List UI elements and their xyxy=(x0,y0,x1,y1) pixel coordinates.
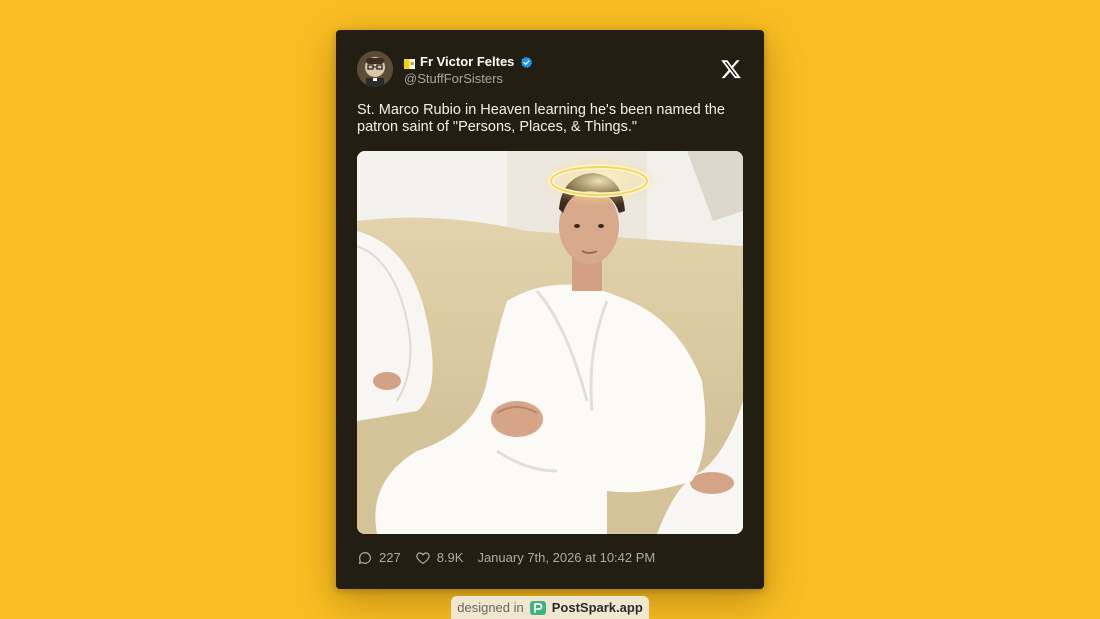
author-row: Fr Victor Feltes xyxy=(404,54,533,70)
post-image[interactable] xyxy=(357,151,743,534)
reply-count: 227 xyxy=(379,550,401,565)
reply-stat[interactable]: 227 xyxy=(357,550,401,566)
like-stat[interactable]: 8.9K xyxy=(415,550,464,566)
x-logo-icon[interactable] xyxy=(720,58,742,80)
like-count: 8.9K xyxy=(436,550,464,565)
flag-icon xyxy=(404,57,415,69)
post-text: St. Marco Rubio in Heaven learning he's … xyxy=(357,102,725,135)
verified-badge-icon xyxy=(520,56,533,69)
post-footer: 227 8.9K January 7th, 2026 at 10:42 PM xyxy=(357,550,655,566)
author-handle[interactable]: @StuffForSisters xyxy=(404,71,503,87)
badge-brand: PostSpark.app xyxy=(551,600,643,615)
badge-prefix: designed in xyxy=(457,600,524,615)
postspark-logo-icon xyxy=(529,600,546,615)
avatar[interactable] xyxy=(357,51,393,87)
author-name[interactable]: Fr Victor Feltes xyxy=(420,54,514,70)
post-timestamp: January 7th, 2026 at 10:42 PM xyxy=(477,550,656,565)
heart-icon xyxy=(415,550,431,566)
reply-icon xyxy=(357,550,373,566)
designed-in-badge[interactable]: designed in PostSpark.app xyxy=(451,596,649,619)
post-card: Fr Victor Feltes @StuffForSisters St. Ma… xyxy=(336,30,764,589)
